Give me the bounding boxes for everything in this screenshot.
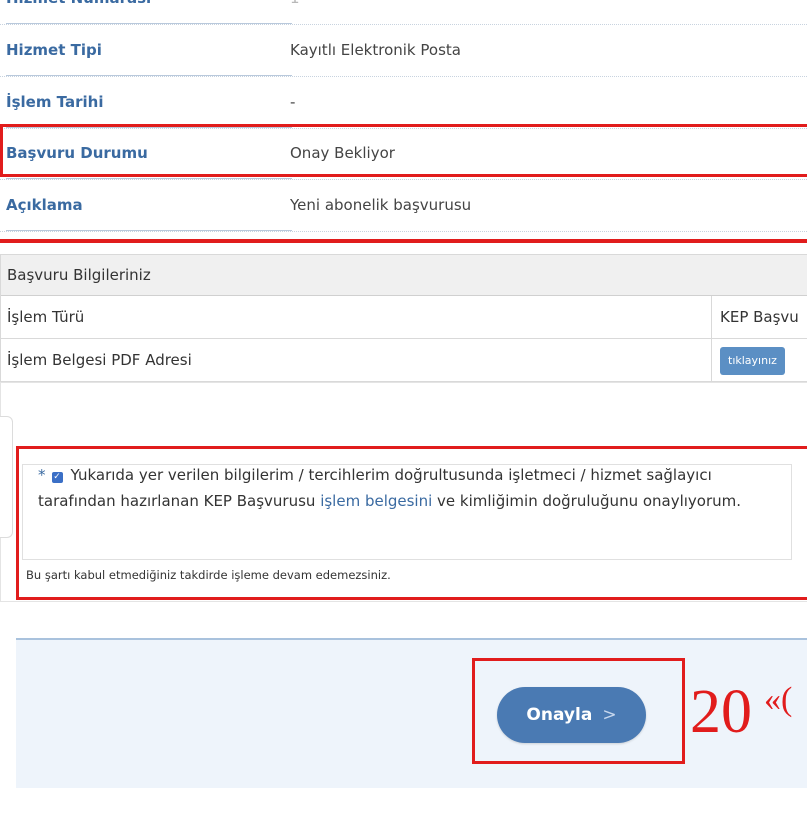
row-label: İşlem Belgesi PDF Adresi <box>7 351 192 369</box>
info-value: - <box>290 93 296 111</box>
row-value-cell: tıklayınız <box>711 339 807 381</box>
highlight-separator-line <box>0 239 807 243</box>
info-value: Kayıtlı Elektronik Posta <box>290 41 461 59</box>
quote-mark: «( <box>764 681 793 718</box>
info-label: Açıklama <box>6 179 292 231</box>
info-value: 1 <box>290 0 300 24</box>
status-highlight-box <box>0 124 807 177</box>
info-value: Yeni abonelik başvurusu <box>290 196 472 214</box>
confirm-highlight-box <box>472 658 685 764</box>
info-row-service-type: Hizmet Tipi Kayıtlı Elektronik Posta <box>0 24 807 77</box>
info-row-service-number: Hizmet Numarası 1 <box>0 0 807 25</box>
consent-highlight-box <box>16 446 807 600</box>
row-label: İşlem Türü <box>7 308 85 326</box>
step-number: 20 <box>690 678 752 746</box>
table-row: İşlem Belgesi PDF Adresi tıklayınız <box>1 339 807 382</box>
info-row-transaction-date: İşlem Tarihi - <box>0 76 807 129</box>
info-label: Hizmet Numarası <box>6 0 292 24</box>
row-value: KEP Başvu <box>711 296 807 338</box>
application-info-header: Başvuru Bilgileriniz <box>1 255 807 296</box>
action-panel <box>16 638 807 788</box>
side-tab <box>0 416 13 538</box>
info-row-description: Açıklama Yeni abonelik başvurusu <box>0 179 807 232</box>
info-label: Hizmet Tipi <box>6 24 292 76</box>
info-label: İşlem Tarihi <box>6 76 292 128</box>
pdf-link-button[interactable]: tıklayınız <box>720 346 785 375</box>
step-annotation: 20 «( <box>690 660 792 752</box>
application-info-table: Başvuru Bilgileriniz İşlem Türü KEP Başv… <box>0 254 807 383</box>
table-row: İşlem Türü KEP Başvu <box>1 296 807 339</box>
